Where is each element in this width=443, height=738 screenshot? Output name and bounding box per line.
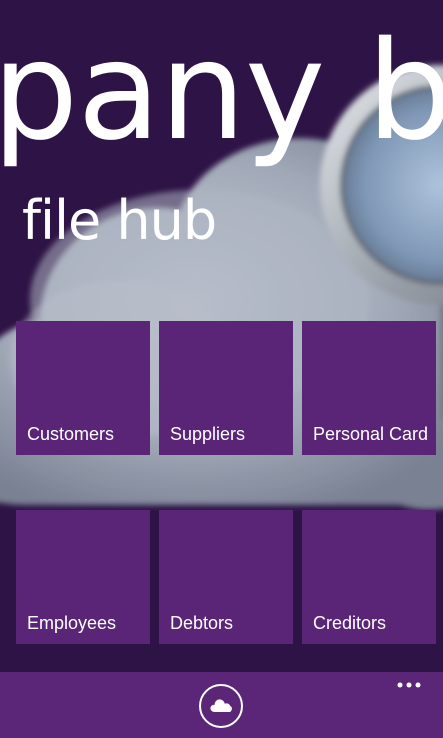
tile-label: Customers bbox=[27, 424, 115, 444]
tile-debtors[interactable]: Debtors bbox=[159, 510, 293, 644]
cloud-icon bbox=[210, 699, 232, 712]
tile-customers[interactable]: Customers bbox=[16, 321, 150, 455]
tile-personal-card[interactable]: Personal Card bbox=[302, 321, 436, 455]
app-bar bbox=[0, 672, 443, 738]
tile-suppliers[interactable]: Suppliers bbox=[159, 321, 293, 455]
tile-label: Creditors bbox=[313, 613, 387, 633]
tile-label: Suppliers bbox=[170, 424, 246, 444]
more-options-button[interactable] bbox=[392, 678, 426, 696]
tile-grid: Customers Suppliers Personal Card Employ… bbox=[0, 0, 443, 672]
tile-label: Personal Card bbox=[313, 424, 429, 444]
tile-label: Debtors bbox=[170, 613, 234, 633]
tile-creditors[interactable]: Creditors bbox=[302, 510, 436, 644]
tile-label: Employees bbox=[27, 613, 117, 633]
panorama-page: pany br file hub Customers Suppliers Per… bbox=[0, 0, 443, 738]
cloud-button[interactable] bbox=[199, 684, 243, 728]
tile-employees[interactable]: Employees bbox=[16, 510, 150, 644]
ellipsis-icon bbox=[397, 682, 421, 688]
